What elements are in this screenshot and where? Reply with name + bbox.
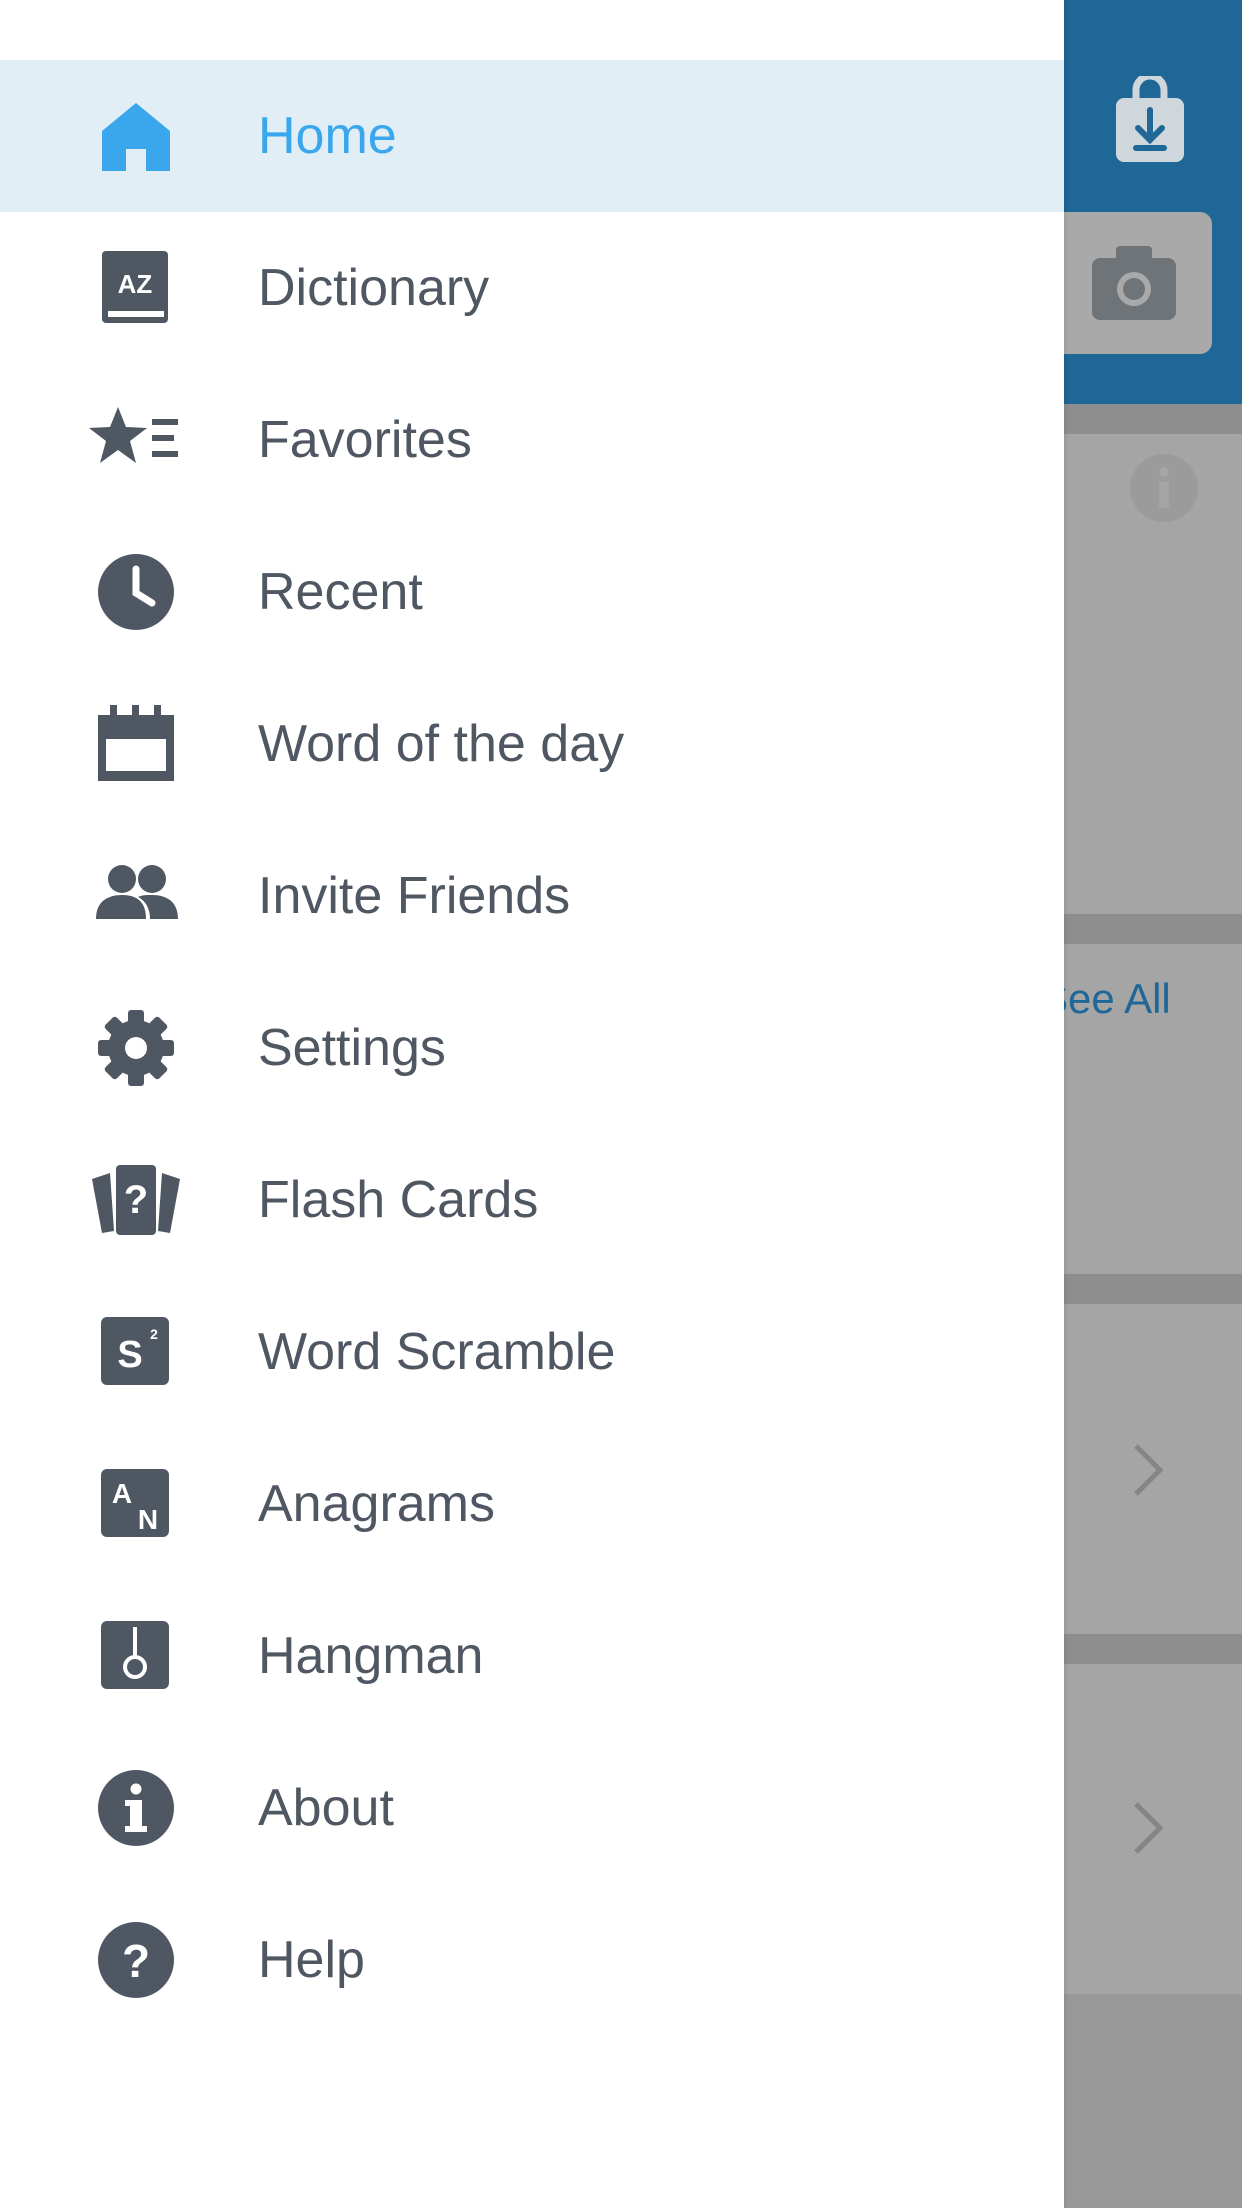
calendar-icon <box>88 705 184 783</box>
clock-icon <box>88 553 184 631</box>
menu-label: Word of the day <box>258 715 625 773</box>
svg-text:N: N <box>138 1504 158 1535</box>
menu-item-recent[interactable]: Recent <box>0 516 1064 668</box>
svg-text:S: S <box>117 1334 142 1376</box>
menu-item-anagrams[interactable]: A N Anagrams <box>0 1428 1064 1580</box>
menu-label: Home <box>258 107 397 165</box>
menu-item-flash-cards[interactable]: ? Flash Cards <box>0 1124 1064 1276</box>
info-icon <box>88 1769 184 1847</box>
menu-label: About <box>258 1779 394 1837</box>
chevron-right-icon <box>1134 1802 1164 1854</box>
menu-item-favorites[interactable]: Favorites <box>0 364 1064 516</box>
chevron-right-icon <box>1134 1444 1164 1496</box>
menu-label: Word Scramble <box>258 1323 616 1381</box>
menu-label: Invite Friends <box>258 867 571 925</box>
download-bag-icon[interactable] <box>1114 76 1186 164</box>
svg-text:AZ: AZ <box>118 269 153 299</box>
word-scramble-icon: S 2 <box>88 1313 184 1391</box>
menu-label: Flash Cards <box>258 1171 539 1229</box>
menu-label: Settings <box>258 1019 446 1077</box>
menu-item-hangman[interactable]: Hangman <box>0 1580 1064 1732</box>
menu-label: Dictionary <box>258 259 490 317</box>
menu-item-word-of-the-day[interactable]: Word of the day <box>0 668 1064 820</box>
menu-item-home[interactable]: Home <box>0 60 1064 212</box>
menu-item-invite-friends[interactable]: Invite Friends <box>0 820 1064 972</box>
navigation-drawer: Home AZ Dictionary Favorites Recent Word… <box>0 0 1064 2208</box>
flash-cards-icon: ? <box>88 1161 184 1239</box>
info-icon[interactable] <box>1128 452 1200 524</box>
home-icon <box>88 97 184 175</box>
menu-item-help[interactable]: ? Help <box>0 1884 1064 2036</box>
gear-icon <box>88 1009 184 1087</box>
menu-item-word-scramble[interactable]: S 2 Word Scramble <box>0 1276 1064 1428</box>
menu-label: Hangman <box>258 1627 484 1685</box>
svg-text:?: ? <box>124 1178 148 1222</box>
menu-item-settings[interactable]: Settings <box>0 972 1064 1124</box>
anagrams-icon: A N <box>88 1465 184 1543</box>
help-icon: ? <box>88 1921 184 1999</box>
hangman-icon <box>88 1617 184 1695</box>
menu-item-dictionary[interactable]: AZ Dictionary <box>0 212 1064 364</box>
people-icon <box>88 857 184 935</box>
favorites-icon <box>88 401 184 479</box>
menu-label: Favorites <box>258 411 472 469</box>
svg-text:A: A <box>112 1478 132 1509</box>
camera-icon <box>1092 246 1176 320</box>
menu-label: Anagrams <box>258 1475 495 1533</box>
menu-label: Help <box>258 1931 365 1989</box>
svg-text:2: 2 <box>150 1326 158 1342</box>
dictionary-icon: AZ <box>88 249 184 327</box>
svg-text:?: ? <box>122 1935 150 1987</box>
menu-item-about[interactable]: About <box>0 1732 1064 1884</box>
menu-label: Recent <box>258 563 423 621</box>
